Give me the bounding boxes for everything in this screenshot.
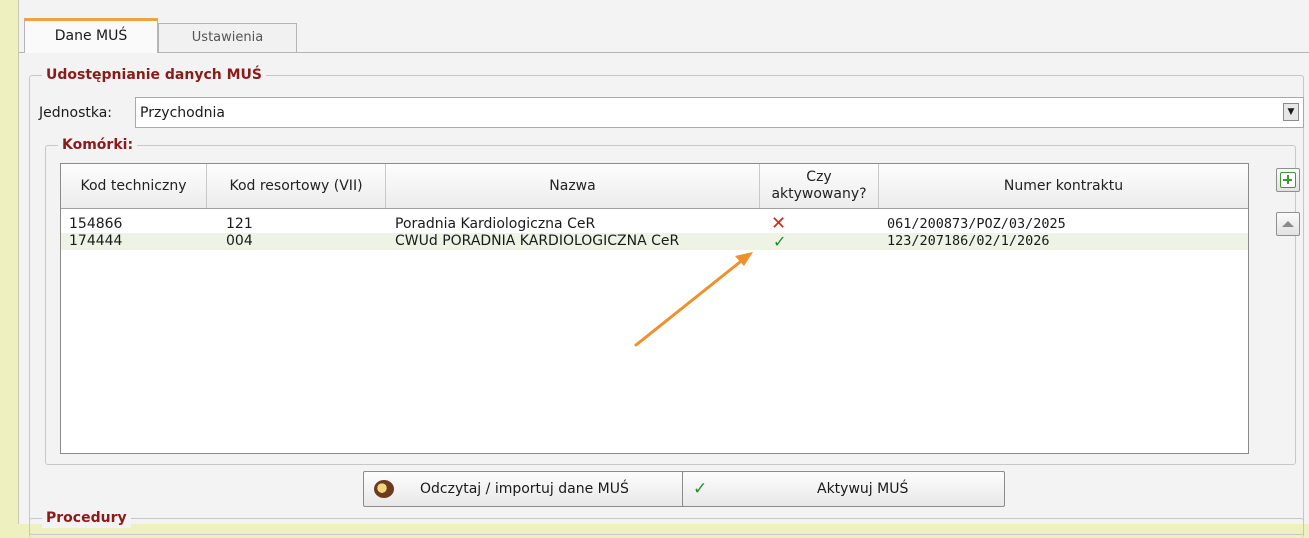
unit-select[interactable]: Przychodnia ▼ (135, 97, 1304, 128)
cell-nazwa: Poradnia Kardiologiczna CeR (395, 216, 596, 232)
cell-kod-techniczny: 154866 (69, 216, 123, 232)
tab-dane-mus[interactable]: Dane MUŚ (24, 18, 158, 53)
plus-icon (1280, 172, 1296, 188)
unit-label: Jednostka: (39, 105, 113, 121)
add-row-button[interactable] (1276, 168, 1300, 192)
cells-table: Kod techniczny Kod resortowy (VII) Nazwa… (60, 163, 1249, 454)
cross-icon: ✕ (771, 213, 787, 234)
cell-numer-kontraktu: 061/200873/POZ/03/2025 (887, 216, 1066, 232)
tab-divider (19, 52, 1309, 53)
unit-select-value: Przychodnia (140, 105, 225, 121)
move-up-button[interactable] (1276, 212, 1300, 236)
cell-numer-kontraktu: 123/207186/02/1/2026 (887, 233, 1050, 249)
activate-button[interactable]: ✓ Aktywuj MUŚ (682, 471, 1005, 507)
table-row[interactable]: 154866 121 Poradnia Kardiologiczna CeR ✕… (61, 213, 1248, 234)
cell-kod-resortowy: 121 (226, 216, 253, 232)
cell-kod-resortowy: 004 (226, 233, 253, 249)
import-icon (374, 480, 394, 498)
read-import-label: Odczytaj / importuj dane MUŚ (420, 481, 629, 497)
dropdown-arrow-icon[interactable]: ▼ (1283, 103, 1299, 121)
column-header-czy-aktywowany[interactable]: Czy aktywowany? (760, 164, 879, 208)
column-header-numer-kontraktu[interactable]: Numer kontraktu (879, 164, 1248, 208)
check-icon: ✓ (773, 232, 787, 251)
tab-bar: Dane MUŚ Ustawienia (19, 18, 1309, 53)
column-header-kod-techniczny[interactable]: Kod techniczny (61, 164, 207, 208)
activate-label: Aktywuj MUŚ (817, 481, 909, 497)
procedures-group: Procedury (29, 508, 1304, 538)
cells-group-title: Komórki: (58, 135, 138, 155)
column-header-kod-resortowy[interactable]: Kod resortowy (VII) (207, 164, 386, 208)
read-import-button[interactable]: Odczytaj / importuj dane MUŚ (363, 471, 690, 507)
cell-nazwa: CWUd PORADNIA KARDIOLOGICZNA CeR (395, 233, 680, 249)
table-header: Kod techniczny Kod resortowy (VII) Nazwa… (61, 164, 1248, 209)
app-window: Dane MUŚ Ustawienia Udostępnianie danych… (18, 0, 1309, 538)
column-header-nazwa[interactable]: Nazwa (386, 164, 760, 208)
cell-kod-techniczny: 174444 (69, 233, 123, 249)
arrow-up-icon (1282, 221, 1294, 227)
procedures-group-title: Procedury (42, 508, 131, 528)
check-icon: ✓ (693, 479, 708, 499)
tab-ustawienia[interactable]: Ustawienia (158, 23, 297, 52)
sharing-group-title: Udostępnianie danych MUŚ (42, 65, 266, 85)
table-row[interactable]: 174444 004 CWUd PORADNIA KARDIOLOGICZNA … (61, 233, 1248, 250)
